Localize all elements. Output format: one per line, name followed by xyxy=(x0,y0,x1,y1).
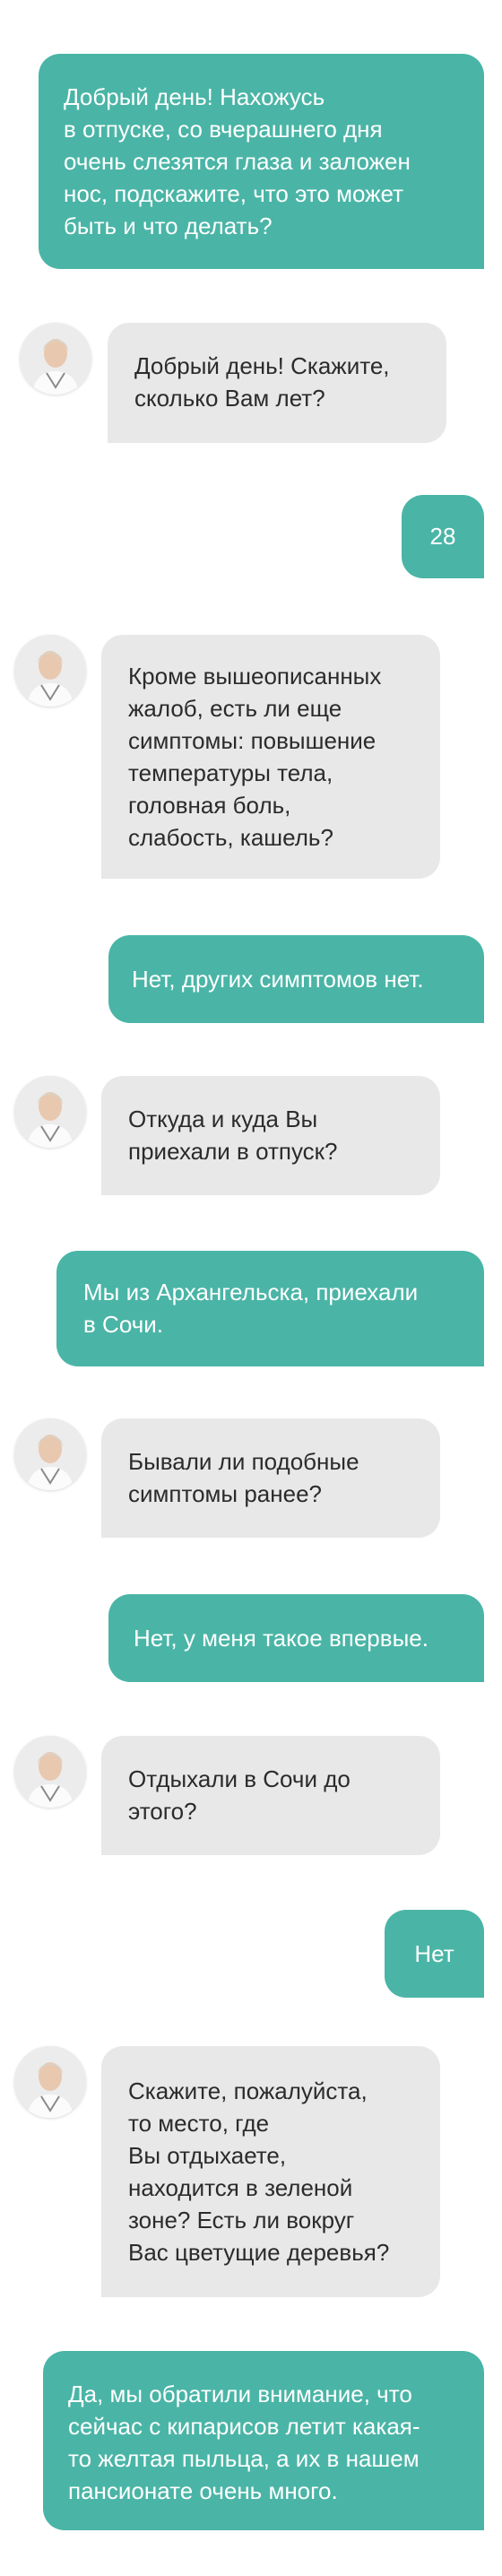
doctor-avatar-icon xyxy=(14,1076,86,1148)
doctor-message-bubble: Отдыхали в Сочи до этого? xyxy=(101,1736,440,1855)
doctor-message-bubble: Скажите, пожалуйста, то место, где Вы от… xyxy=(101,2046,440,2297)
doctor-avatar-icon xyxy=(20,323,91,395)
user-message-bubble: Добрый день! Нахожусь в отпуске, со вчер… xyxy=(39,54,484,269)
doctor-message-bubble: Добрый день! Скажите, сколько Вам лет? xyxy=(108,323,446,443)
doctor-avatar-icon xyxy=(14,635,86,707)
user-message-bubble: Мы из Архангельска, приехали в Сочи. xyxy=(56,1251,484,1366)
doctor-message-bubble: Кроме вышеописанных жалоб, есть ли еще с… xyxy=(101,635,440,879)
doctor-message-bubble: Бывали ли подобные симптомы ранее? xyxy=(101,1418,440,1538)
doctor-avatar-icon xyxy=(14,1418,86,1490)
doctor-message-bubble: Откуда и куда Вы приехали в отпуск? xyxy=(101,1076,440,1195)
doctor-avatar-icon xyxy=(14,1736,86,1808)
user-message-bubble: Нет, у меня такое впервые. xyxy=(108,1594,484,1682)
user-message-bubble: 28 xyxy=(402,495,484,578)
doctor-avatar-icon xyxy=(14,2046,86,2118)
user-message-bubble: Нет xyxy=(385,1910,484,1998)
user-message-bubble: Да, мы обратили внимание, что сейчас с к… xyxy=(43,2351,484,2530)
user-message-bubble: Нет, других симптомов нет. xyxy=(108,935,484,1023)
